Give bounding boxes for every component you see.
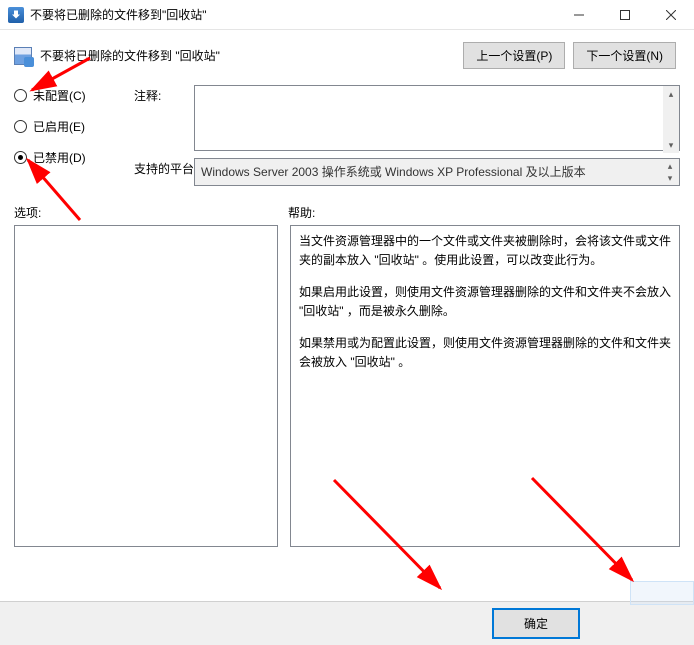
- nav-buttons: 上一个设置(P) 下一个设置(N): [463, 42, 676, 69]
- prev-setting-button[interactable]: 上一个设置(P): [463, 42, 565, 69]
- titlebar: 不要将已删除的文件移到"回收站": [0, 0, 694, 30]
- main-config-area: 未配置(C) 已启用(E) 已禁用(D) 注释: ▴▾ 支持的平台: Windo…: [0, 77, 694, 186]
- platform-label: 支持的平台:: [134, 158, 194, 177]
- next-setting-button[interactable]: 下一个设置(N): [573, 42, 676, 69]
- state-radio-group: 未配置(C) 已启用(E) 已禁用(D): [14, 85, 134, 166]
- lower-panes: 当文件资源管理器中的一个文件或文件夹被删除时，会将该文件或文件夹的副本放入 "回…: [0, 225, 694, 547]
- radio-icon: [14, 151, 27, 164]
- subheader: 不要将已删除的文件移到 "回收站" 上一个设置(P) 下一个设置(N): [0, 30, 694, 77]
- window-title: 不要将已删除的文件移到"回收站": [30, 6, 556, 23]
- radio-label: 已启用(E): [33, 118, 85, 135]
- gpo-setting-icon: [14, 47, 32, 65]
- radio-enabled[interactable]: 已启用(E): [14, 118, 134, 135]
- options-label: 选项:: [14, 204, 288, 221]
- options-pane: [14, 225, 278, 547]
- radio-not-configured[interactable]: 未配置(C): [14, 87, 134, 104]
- radio-icon: [14, 120, 27, 133]
- minimize-button[interactable]: [556, 0, 602, 29]
- platform-field-wrap: Windows Server 2003 操作系统或 Windows XP Pro…: [194, 158, 680, 186]
- close-button[interactable]: [648, 0, 694, 29]
- artifact-box: [630, 581, 694, 605]
- ok-button[interactable]: 确定: [492, 608, 580, 639]
- scrollbar[interactable]: ▴▾: [663, 86, 679, 153]
- lower-labels: 选项: 帮助:: [0, 186, 694, 225]
- action-bar: 确定: [0, 601, 694, 645]
- help-label: 帮助:: [288, 204, 680, 221]
- radio-icon: [14, 89, 27, 102]
- help-paragraph: 如果禁用或为配置此设置，则使用文件资源管理器删除的文件和文件夹会被放入 "回收站…: [299, 334, 671, 371]
- maximize-button[interactable]: [602, 0, 648, 29]
- radio-label: 未配置(C): [33, 87, 86, 104]
- help-paragraph: 如果启用此设置，则使用文件资源管理器删除的文件和文件夹不会放入 "回收站" ，而…: [299, 283, 671, 320]
- notes-field-wrap: ▴▾: [194, 85, 680, 154]
- help-pane: 当文件资源管理器中的一个文件或文件夹被删除时，会将该文件或文件夹的副本放入 "回…: [290, 225, 680, 547]
- scrollbar[interactable]: ▴▾: [662, 160, 678, 184]
- policy-icon: [8, 7, 24, 23]
- radio-label: 已禁用(D): [33, 149, 86, 166]
- supported-platform-box: Windows Server 2003 操作系统或 Windows XP Pro…: [194, 158, 680, 186]
- help-paragraph: 当文件资源管理器中的一个文件或文件夹被删除时，会将该文件或文件夹的副本放入 "回…: [299, 232, 671, 269]
- setting-title: 不要将已删除的文件移到 "回收站": [40, 47, 463, 64]
- platform-text: Windows Server 2003 操作系统或 Windows XP Pro…: [201, 165, 586, 179]
- window-controls: [556, 0, 694, 29]
- notes-textarea[interactable]: [194, 85, 680, 151]
- notes-label: 注释:: [134, 85, 194, 104]
- radio-disabled[interactable]: 已禁用(D): [14, 149, 134, 166]
